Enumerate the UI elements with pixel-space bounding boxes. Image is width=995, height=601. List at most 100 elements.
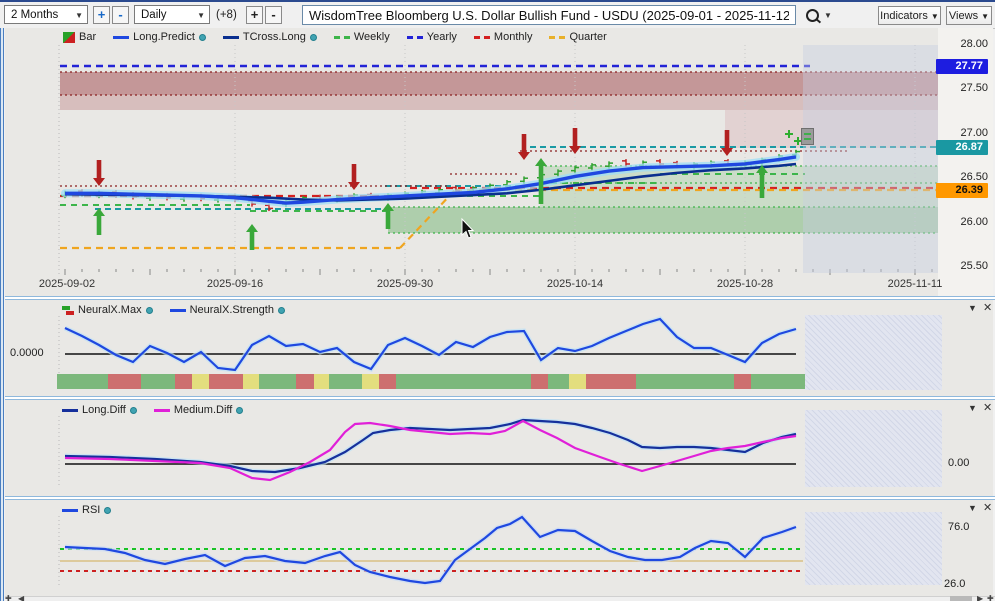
rsi-legend: RSI [62,503,111,517]
price-tick-label: 28.00 [942,38,988,50]
info-dot-icon[interactable] [130,407,137,414]
pan-left-icon[interactable]: ✚ [5,596,12,601]
frequency-select-value: Daily [141,9,167,21]
line-swatch-icon [62,509,78,512]
price-badge: 27.77 [936,59,988,74]
legend-item-rsi[interactable]: RSI [62,504,111,516]
price-badge: 26.87 [936,140,988,155]
prediction-plus-button[interactable]: + [246,6,263,24]
views-button[interactable]: Views ▼ [946,6,992,25]
range-select-value: 2 Months [11,9,58,21]
rsi-lower-label: 26.0 [944,578,965,590]
line-swatch-icon [223,36,239,39]
chevron-down-icon: ▼ [931,12,939,21]
legend-label: Weekly [354,31,390,43]
price-tick-label: 27.00 [942,127,988,139]
chevron-down-icon: ▼ [197,6,205,25]
legend-label: Bar [79,31,96,43]
info-dot-icon[interactable] [236,407,243,414]
zoom-plus-icon[interactable]: ✚ [987,596,994,601]
legend-item-medium-diff[interactable]: Medium.Diff [154,404,243,416]
symbol-title-input[interactable] [302,5,796,25]
info-dot-icon[interactable] [310,34,317,41]
range-select[interactable]: 2 Months ▼ [4,5,88,24]
range-zoom-out-button[interactable]: - [112,6,129,24]
date-tick-label: 2025-10-28 [705,278,785,290]
panel-future-overlay [805,512,942,585]
panel-future-overlay [805,315,942,390]
legend-label: TCross.Long [243,31,306,43]
panel-close-button[interactable]: ✕ [983,501,992,514]
legend-label: NeuralX.Max [78,304,142,316]
prediction-minus-button[interactable]: - [265,6,282,24]
legend-label: Long.Predict [133,31,195,43]
legend-label: Monthly [494,31,533,43]
chevron-down-icon: ▼ [75,6,83,25]
line-swatch-icon [113,36,129,39]
panel-close-button[interactable]: ✕ [983,301,992,314]
indicators-button[interactable]: Indicators ▼ [878,6,941,25]
charting-app: 2 Months ▼ + - Daily ▼ (+8) + - ▼ Indica… [0,0,995,601]
prediction-count-label: (+8) [216,9,237,21]
legend-label: NeuralX.Strength [190,304,274,316]
left-splitter[interactable] [0,28,5,601]
legend-label: Medium.Diff [174,404,232,416]
info-dot-icon[interactable] [199,34,206,41]
dashed-line-swatch-icon [549,36,565,39]
line-swatch-icon [154,409,170,412]
info-dot-icon[interactable] [278,307,285,314]
legend-label: Long.Diff [82,404,126,416]
price-tick-label: 27.50 [942,82,988,94]
legend-item-long-predict[interactable]: Long.Predict [113,31,206,43]
bottom-bar [0,596,995,601]
main-future-overlay [803,45,938,273]
legend-item-neuralx-strength[interactable]: NeuralX.Strength [170,304,285,316]
legend-item-neuralx-max[interactable]: NeuralX.Max [62,304,153,316]
diff-legend: Long.Diff Medium.Diff [62,403,243,417]
price-badge: 26.39 [936,183,988,198]
scroll-back-icon[interactable]: ◀ [18,596,24,601]
search-caret-icon[interactable]: ▼ [824,11,832,20]
panel-collapse-button[interactable]: ▼ [968,403,977,413]
panel-close-button[interactable]: ✕ [983,401,992,414]
legend-item-weekly[interactable]: Weekly [334,31,390,43]
legend-label: Yearly [427,31,457,43]
price-tick-label: 26.50 [942,171,988,183]
date-tick-label: 2025-10-14 [535,278,615,290]
dashed-line-swatch-icon [334,36,350,39]
search-icon[interactable] [806,9,819,22]
chevron-down-icon: ▼ [981,12,989,21]
legend-item-monthly[interactable]: Monthly [474,31,533,43]
scrollbar-thumb[interactable] [950,596,972,601]
legend-label: Quarter [569,31,606,43]
line-swatch-icon [62,409,78,412]
neuralx-max-swatch-icon [62,306,74,315]
price-tick-label: 25.50 [942,260,988,272]
frequency-select[interactable]: Daily ▼ [134,5,210,24]
legend-item-tcross-long[interactable]: TCross.Long [223,31,317,43]
toolbar: 2 Months ▼ + - Daily ▼ (+8) + - ▼ Indica… [0,2,995,29]
legend-item-long-diff[interactable]: Long.Diff [62,404,137,416]
bar-swatch-icon [63,32,75,43]
diff-zero-label: 0.00 [948,457,969,469]
panel-future-overlay [805,410,942,487]
price-tick-label: 26.00 [942,216,988,228]
info-dot-icon[interactable] [146,307,153,314]
legend-item-yearly[interactable]: Yearly [407,31,457,43]
date-tick-label: 2025-09-16 [195,278,275,290]
info-dot-icon[interactable] [104,507,111,514]
panel-collapse-button[interactable]: ▼ [968,303,977,313]
neuralx-zero-label: 0.0000 [10,347,44,359]
date-tick-label: 2025-11-11 [875,278,955,290]
line-swatch-icon [170,309,186,312]
range-zoom-in-button[interactable]: + [93,6,110,24]
prediction-marker[interactable] [801,128,814,145]
scroll-forward-icon[interactable]: ▶ [977,596,983,601]
dashed-line-swatch-icon [407,36,423,39]
dashed-line-swatch-icon [474,36,490,39]
main-legend: Bar Long.Predict TCross.Long Weekly Yearly Mo… [63,30,607,44]
legend-item-bar[interactable]: Bar [63,31,96,43]
legend-item-quarter[interactable]: Quarter [549,31,606,43]
date-tick-label: 2025-09-02 [27,278,107,290]
panel-collapse-button[interactable]: ▼ [968,503,977,513]
